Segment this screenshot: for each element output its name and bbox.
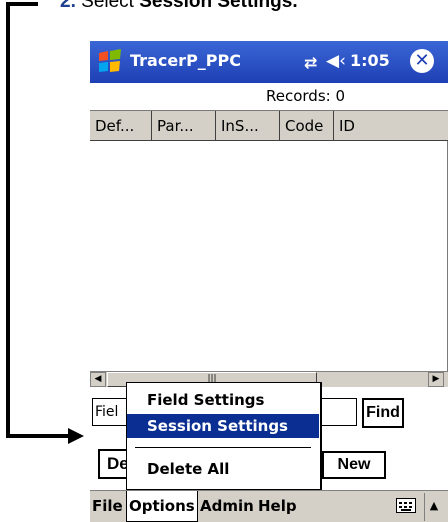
menu-item-session-settings[interactable]: Session Settings <box>127 414 319 438</box>
menu-separator <box>135 447 311 448</box>
instruction-text: 2. Select Session Settings. <box>60 0 298 13</box>
column-header[interactable]: InS... <box>216 111 280 141</box>
records-table: Def... Par... InS... Code ID <box>90 110 448 374</box>
scroll-left-arrow[interactable]: ◀ <box>90 372 106 387</box>
pocketpc-screen: TracerP_PPC ⇄ ◀‹ 1:05 ✕ Records: 0 Def..… <box>90 41 448 522</box>
records-count: Records: 0 <box>266 87 346 105</box>
menu-admin[interactable]: Admin <box>200 491 254 522</box>
options-menu: Field Settings Session Settings Delete A… <box>126 382 322 490</box>
menu-options[interactable]: Options <box>126 491 198 522</box>
menu-bar: File Options Admin Help ▲ <box>90 490 448 522</box>
speaker-icon[interactable]: ◀‹ <box>326 51 346 71</box>
new-button[interactable]: New <box>322 451 386 479</box>
connector-line-top <box>6 2 38 6</box>
menu-item-field-settings[interactable]: Field Settings <box>127 388 319 412</box>
connector-line-bottom <box>6 434 70 438</box>
app-title: TracerP_PPC <box>130 51 241 70</box>
connector-line-vertical <box>6 2 10 438</box>
column-header[interactable]: Code <box>280 111 334 141</box>
menu-help[interactable]: Help <box>258 491 297 522</box>
table-header: Def... Par... InS... Code ID <box>90 111 448 141</box>
instruction-prefix: Select <box>81 0 140 12</box>
find-button[interactable]: Find <box>362 398 404 428</box>
clock[interactable]: 1:05 <box>350 51 390 70</box>
menu-item-delete-all[interactable]: Delete All <box>127 457 319 481</box>
windows-flag-icon[interactable] <box>96 47 124 75</box>
sip-arrow-icon[interactable]: ▲ <box>424 493 443 521</box>
menu-file[interactable]: File <box>92 491 123 522</box>
title-bar: TracerP_PPC ⇄ ◀‹ 1:05 ✕ <box>90 41 448 83</box>
column-header[interactable]: ID <box>334 111 448 141</box>
close-icon[interactable]: ✕ <box>410 49 434 73</box>
connector-arrow-head <box>68 428 84 444</box>
column-header[interactable]: Par... <box>152 111 216 141</box>
step-number: 2. <box>60 0 76 12</box>
instruction-target: Session Settings. <box>139 0 298 12</box>
keyboard-icon[interactable] <box>396 498 416 513</box>
sync-arrows-icon[interactable]: ⇄ <box>304 53 317 72</box>
column-header[interactable]: Def... <box>90 111 152 141</box>
scroll-right-arrow[interactable]: ▶ <box>428 372 444 387</box>
